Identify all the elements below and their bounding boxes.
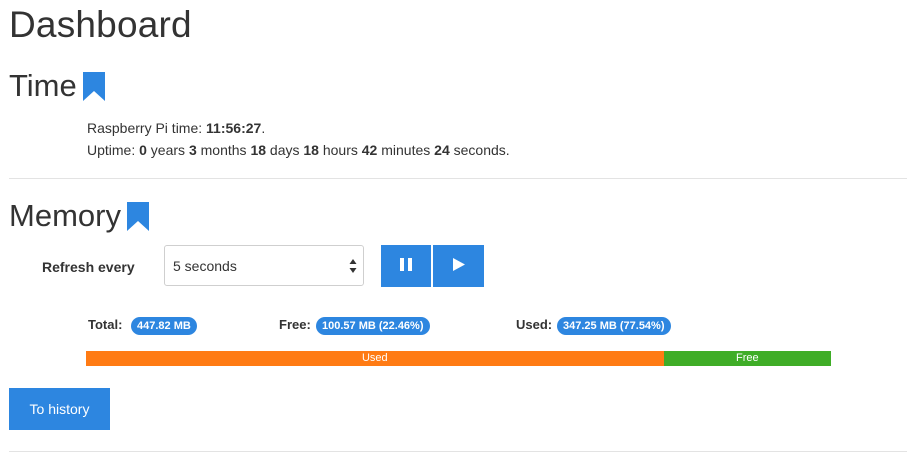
free-label: Free:: [279, 317, 311, 332]
memory-usage-bar: Used Free: [86, 351, 831, 366]
time-section-title: Time: [9, 68, 105, 104]
pause-button[interactable]: [381, 245, 431, 287]
memory-free-segment: Free: [663, 351, 831, 366]
memory-section-title: Memory: [9, 198, 149, 234]
uptime-years: 0: [139, 142, 147, 158]
uptime-seconds-label: seconds.: [449, 142, 510, 158]
pause-icon: [400, 258, 412, 274]
time-title-text: Time: [9, 68, 77, 103]
total-label: Total:: [88, 317, 123, 332]
uptime-seconds: 24: [434, 142, 450, 158]
section-divider: [9, 451, 907, 452]
used-label: Used:: [516, 317, 553, 332]
uptime-years-label: years: [146, 142, 189, 158]
uptime-days: 18: [250, 142, 267, 158]
section-divider: [9, 178, 907, 179]
pi-time-value: 11:56:27: [206, 120, 262, 136]
pi-time-line: Raspberry Pi time: 11:56:27.: [87, 117, 510, 139]
play-button[interactable]: [433, 245, 484, 287]
total-badge: 447.82 MB: [131, 317, 197, 335]
uptime-hours: 18: [303, 142, 319, 158]
uptime-minutes: 42: [361, 142, 378, 158]
time-info: Raspberry Pi time: 11:56:27. Uptime: 0 y…: [87, 117, 510, 161]
select-arrows-icon: [349, 258, 357, 274]
page-title: Dashboard: [9, 4, 192, 45]
uptime-label: Uptime:: [87, 142, 140, 158]
pi-time-suffix: .: [261, 120, 266, 136]
free-badge: 100.57 MB (22.46%): [316, 317, 430, 335]
memory-title-text: Memory: [9, 198, 121, 233]
uptime-months-label: months: [196, 142, 251, 158]
bookmark-icon[interactable]: [82, 71, 105, 101]
uptime-line: Uptime: 0 years 3 months 18 days 18 hour…: [87, 139, 510, 161]
uptime-months: 3: [188, 142, 197, 158]
refresh-label: Refresh every: [42, 259, 135, 275]
uptime-minutes-label: minutes: [377, 142, 435, 158]
play-icon: [452, 258, 465, 274]
refresh-interval-value: 5 seconds: [173, 257, 237, 274]
pi-time-label: Raspberry Pi time:: [87, 120, 207, 136]
uptime-days-label: days: [266, 142, 304, 158]
refresh-interval-select[interactable]: 5 seconds: [164, 245, 364, 286]
used-badge: 347.25 MB (77.54%): [557, 317, 671, 335]
uptime-hours-label: hours: [318, 142, 362, 158]
memory-used-segment: Used: [86, 351, 664, 366]
to-history-button[interactable]: To history: [9, 388, 110, 430]
bookmark-icon[interactable]: [126, 201, 149, 231]
